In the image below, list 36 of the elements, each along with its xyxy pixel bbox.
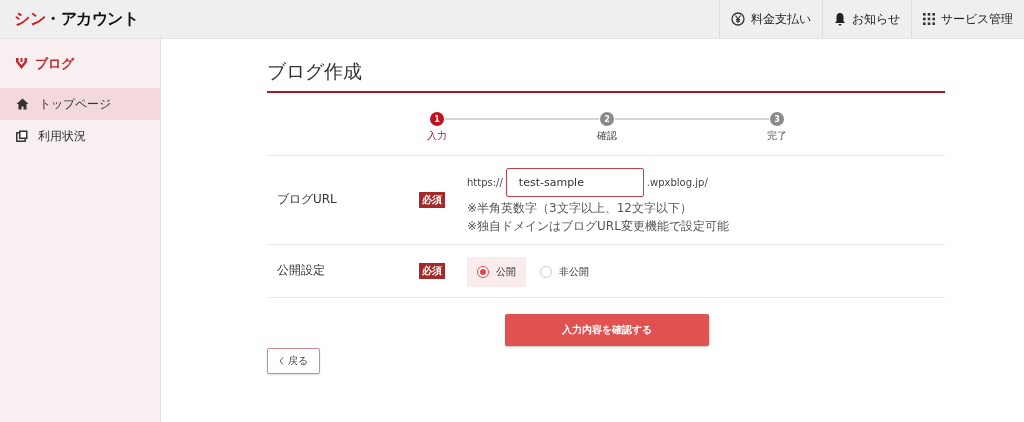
required-badge: 必須 xyxy=(419,191,445,208)
step-label: 確認 xyxy=(597,129,617,143)
field-label: 公開設定 xyxy=(276,262,326,280)
hint-text: ※半角英数字（3文字以上、12文字以下） xyxy=(467,201,693,216)
page-title: ブログ作成 xyxy=(267,39,945,93)
yen-icon xyxy=(731,12,745,26)
step-number: 1 xyxy=(430,112,444,126)
step-label: 完了 xyxy=(767,129,787,143)
step-number: 3 xyxy=(770,112,784,126)
sidebar-item[interactable]: 利用状況 xyxy=(0,120,160,152)
logo[interactable]: シン・アカウント xyxy=(14,8,138,30)
url-prefix: https:// xyxy=(467,177,503,188)
radio-option[interactable]: 公開 xyxy=(467,256,526,287)
logo-icon xyxy=(15,57,28,70)
grid-icon xyxy=(923,13,935,25)
back-button[interactable]: 戻る xyxy=(267,347,320,374)
confirm-button[interactable]: 入力内容を確認する xyxy=(505,313,709,346)
url-suffix: .wpxblog.jp/ xyxy=(646,177,708,188)
radio-option[interactable]: 非公開 xyxy=(530,256,599,287)
hint-text: ※独自ドメインはブログURL変更機能で設定可能 xyxy=(467,219,729,234)
required-badge: 必須 xyxy=(419,262,445,279)
home-icon xyxy=(16,98,29,110)
nav-link[interactable]: お知らせ xyxy=(822,0,911,38)
chevron-left-icon xyxy=(279,356,284,365)
step-label: 入力 xyxy=(427,129,447,143)
url-input-field[interactable]: test-sample xyxy=(505,168,644,197)
pages-icon xyxy=(16,130,28,142)
field-label: ブログURL xyxy=(276,191,338,209)
nav-link[interactable]: 料金支払い xyxy=(719,0,822,38)
sidebar-item[interactable]: トップページ xyxy=(0,88,160,120)
sidebar-title: ブログ xyxy=(35,54,74,73)
radio-button[interactable] xyxy=(477,265,489,278)
step-number: 2 xyxy=(600,112,614,126)
nav-link[interactable]: サービス管理 xyxy=(911,0,1024,38)
bell-icon xyxy=(834,12,846,26)
radio-button[interactable] xyxy=(540,265,552,278)
